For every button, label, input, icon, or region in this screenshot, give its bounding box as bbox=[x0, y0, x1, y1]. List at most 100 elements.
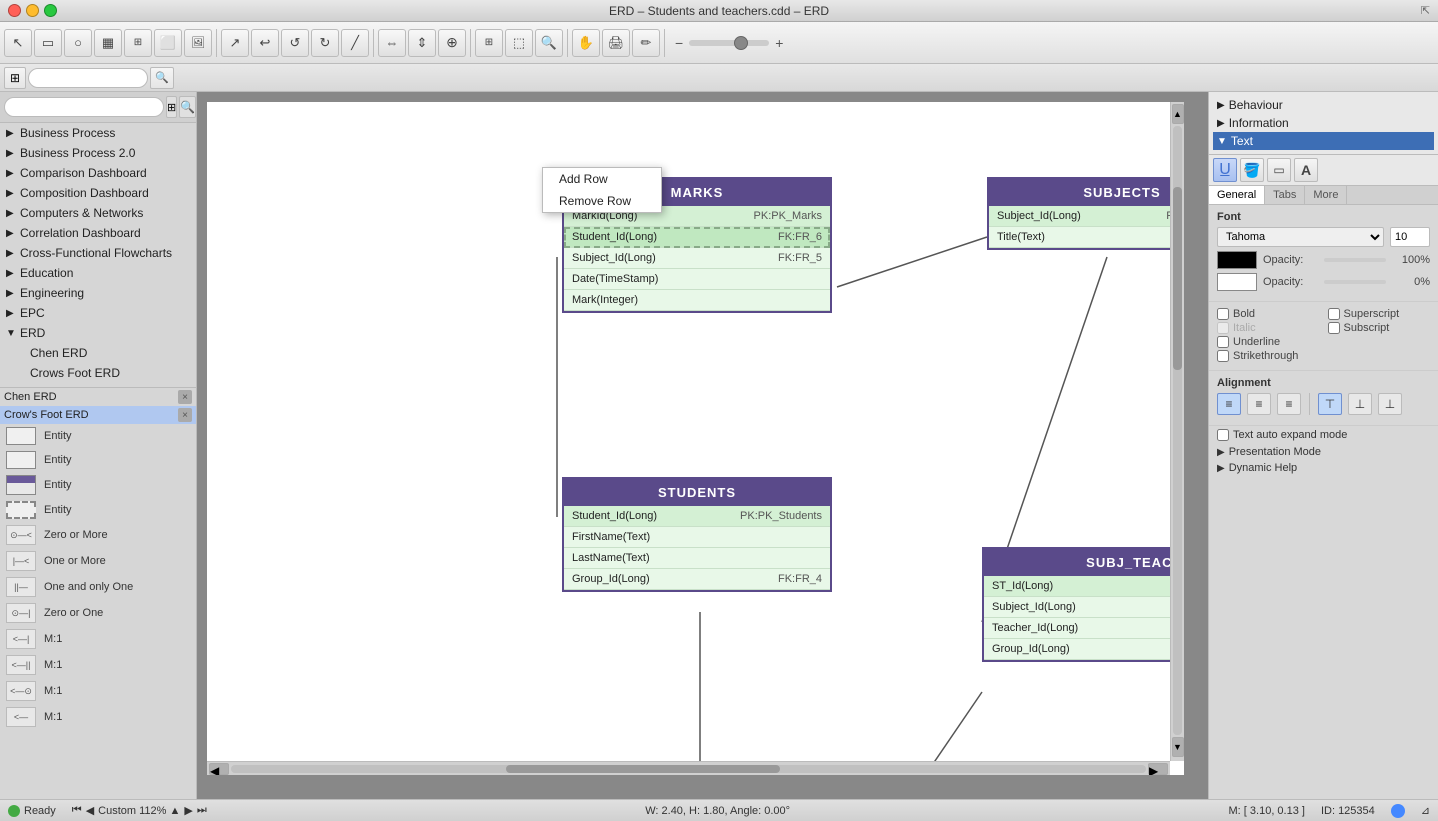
subj-teach-row-3[interactable]: Group_Id(Long) FK:FR_1 bbox=[984, 639, 1184, 660]
italic-checkbox[interactable] bbox=[1217, 322, 1229, 334]
sidebar-item-chen-erd[interactable]: Chen ERD bbox=[0, 343, 196, 363]
students-row-1[interactable]: FirstName(Text) bbox=[564, 527, 830, 548]
sidebar-item-computers-networks[interactable]: ▶ Computers & Networks bbox=[0, 203, 196, 223]
align-left-button[interactable]: ≡ bbox=[1217, 393, 1241, 415]
open-tab-chen-erd[interactable]: Chen ERD × bbox=[0, 388, 196, 406]
strikethrough-checkbox[interactable] bbox=[1217, 350, 1229, 362]
sidebar-item-correlation-dashboard[interactable]: ▶ Correlation Dashboard bbox=[0, 223, 196, 243]
format-underline-button[interactable]: U̲ bbox=[1213, 158, 1237, 182]
right-tree-text[interactable]: ▼ Text bbox=[1213, 132, 1434, 150]
text-auto-expand-row[interactable]: Text auto expand mode bbox=[1209, 426, 1438, 444]
context-remove-row[interactable]: Remove Row bbox=[543, 190, 661, 212]
underline-checkbox[interactable] bbox=[1217, 336, 1229, 348]
sidebar-item-business-process[interactable]: ▶ Business Process bbox=[0, 123, 196, 143]
nav-prev-btn[interactable]: ◀ bbox=[86, 804, 94, 817]
shape-m1-2[interactable]: <—|| M:1 bbox=[0, 652, 196, 678]
bold-checkbox[interactable] bbox=[1217, 308, 1229, 320]
context-add-row[interactable]: Add Row bbox=[543, 168, 661, 190]
right-tree-behaviour[interactable]: ▶ Behaviour bbox=[1213, 96, 1434, 114]
connector-tool-button[interactable]: ↗ bbox=[221, 29, 249, 57]
color1-swatch[interactable] bbox=[1217, 251, 1257, 269]
marks-row-4[interactable]: Mark(Integer) bbox=[564, 290, 830, 311]
subjects-row-0[interactable]: Subject_Id(Long) PK:PK_Subjects bbox=[989, 206, 1184, 227]
draw-button[interactable]: ✏ bbox=[632, 29, 660, 57]
align-bottom-button[interactable]: ⊥ bbox=[1378, 393, 1402, 415]
secondary-search-input[interactable] bbox=[28, 68, 148, 88]
line-tool-button[interactable]: ╱ bbox=[341, 29, 369, 57]
shape-zero-or-one[interactable]: ⊙—| Zero or One bbox=[0, 600, 196, 626]
zoom-up-icon[interactable]: ▲ bbox=[170, 805, 181, 817]
subj-teach-row-1[interactable]: Subject_Id(Long) FK:FR_3 bbox=[984, 597, 1184, 618]
vscroll-down[interactable]: ▼ bbox=[1172, 737, 1184, 757]
tab-more[interactable]: More bbox=[1305, 186, 1347, 204]
shape-m1-1[interactable]: <—| M:1 bbox=[0, 626, 196, 652]
zoom-slider[interactable] bbox=[689, 40, 769, 46]
text-auto-expand-checkbox[interactable] bbox=[1217, 429, 1229, 441]
sidebar-search-icon[interactable]: 🔍 bbox=[179, 96, 196, 118]
vscroll-up[interactable]: ▲ bbox=[1172, 104, 1184, 124]
bend-tool-button[interactable]: ↩ bbox=[251, 29, 279, 57]
container-tool-button[interactable]: ⬜ bbox=[154, 29, 182, 57]
align-middle-button[interactable]: ⊥ bbox=[1348, 393, 1372, 415]
undo-button[interactable]: ↺ bbox=[281, 29, 309, 57]
minimize-button[interactable] bbox=[26, 4, 39, 17]
hscroll-left[interactable]: ◀ bbox=[209, 763, 229, 775]
shape-one-or-more[interactable]: |—< One or More bbox=[0, 548, 196, 574]
open-tab-close-crows[interactable]: × bbox=[178, 408, 192, 422]
print-button[interactable]: 🖨 bbox=[602, 29, 630, 57]
subscript-checkbox[interactable] bbox=[1328, 322, 1340, 334]
erd-table-subj-teach[interactable]: SUBJ_TEACH ST_Id(Long) PK:PK_Subj_Teach … bbox=[982, 547, 1184, 662]
sidebar-search-input[interactable] bbox=[4, 97, 164, 117]
vscroll-thumb[interactable] bbox=[1173, 187, 1182, 370]
canvas-hscroll[interactable]: ◀ ▶ bbox=[207, 761, 1170, 775]
align-center-button[interactable]: ≡ bbox=[1247, 393, 1271, 415]
shape-entity-dotted[interactable]: Entity bbox=[0, 498, 196, 522]
expand-v-button[interactable]: ⇕ bbox=[408, 29, 436, 57]
zoom-page-button[interactable]: ⬚ bbox=[505, 29, 533, 57]
maximize-button[interactable] bbox=[44, 4, 57, 17]
shape-m1-3[interactable]: <—⊙ M:1 bbox=[0, 678, 196, 704]
status-nav[interactable]: ⏮ ◀ Custom 112% ▲ ▶ ⏭ bbox=[72, 804, 207, 817]
pan-button[interactable]: ✋ bbox=[572, 29, 600, 57]
canvas-inner[interactable]: Add Row Remove Row MARKS MarkId(Long) PK… bbox=[207, 102, 1184, 775]
nav-first-btn[interactable]: ⏮ bbox=[72, 804, 82, 817]
color2-swatch[interactable] bbox=[1217, 273, 1257, 291]
erd-table-subjects[interactable]: SUBJECTS Subject_Id(Long) PK:PK_Subjects… bbox=[987, 177, 1184, 250]
zoom-thumb[interactable] bbox=[734, 36, 748, 50]
font-size-input[interactable] bbox=[1390, 227, 1430, 247]
students-row-0[interactable]: Student_Id(Long) PK:PK_Students bbox=[564, 506, 830, 527]
font-name-select[interactable]: Tahoma bbox=[1217, 227, 1384, 247]
expand-h-button[interactable]: ⇔ bbox=[378, 29, 406, 57]
sidebar-grid-button[interactable]: ⊞ bbox=[166, 96, 177, 118]
hscroll-right[interactable]: ▶ bbox=[1148, 763, 1168, 775]
format-fill-button[interactable]: 🪣 bbox=[1240, 158, 1264, 182]
sidebar-item-cross-functional[interactable]: ▶ Cross-Functional Flowcharts bbox=[0, 243, 196, 263]
marks-row-2[interactable]: Subject_Id(Long) FK:FR_5 bbox=[564, 248, 830, 269]
subjects-row-1[interactable]: Title(Text) bbox=[989, 227, 1184, 248]
zoom-minus-button[interactable]: − bbox=[673, 35, 685, 51]
sidebar-item-business-process-2[interactable]: ▶ Business Process 2.0 bbox=[0, 143, 196, 163]
sidebar-item-engineering[interactable]: ▶ Engineering bbox=[0, 283, 196, 303]
sidebar-item-epc[interactable]: ▶ EPC bbox=[0, 303, 196, 323]
subj-teach-row-0[interactable]: ST_Id(Long) PK:PK_Subj_Teach bbox=[984, 576, 1184, 597]
presentation-mode-row[interactable]: ▶ Presentation Mode bbox=[1209, 444, 1438, 460]
zoom-in-button[interactable]: 🔍 bbox=[535, 29, 563, 57]
sidebar-item-crows-foot-erd[interactable]: Crows Foot ERD bbox=[0, 363, 196, 383]
marks-row-1[interactable]: Student_Id(Long) FK:FR_6 bbox=[564, 227, 830, 248]
students-row-2[interactable]: LastName(Text) bbox=[564, 548, 830, 569]
shape-entity-header[interactable]: Entity bbox=[0, 472, 196, 498]
secondary-grid-button[interactable]: ⊞ bbox=[4, 67, 26, 89]
hscroll-thumb[interactable] bbox=[506, 765, 781, 773]
erd-table-students[interactable]: STUDENTS Student_Id(Long) PK:PK_Students… bbox=[562, 477, 832, 592]
opacity1-slider[interactable] bbox=[1324, 258, 1386, 262]
shape-one-and-only-one[interactable]: ||— One and only One bbox=[0, 574, 196, 600]
nav-next-btn[interactable]: ▶ bbox=[184, 804, 192, 817]
students-row-3[interactable]: Group_Id(Long) FK:FR_4 bbox=[564, 569, 830, 590]
dynamic-help-row[interactable]: ▶ Dynamic Help bbox=[1209, 460, 1438, 476]
table-tool-button[interactable]: ▦ bbox=[94, 29, 122, 57]
circle-tool-button[interactable]: ○ bbox=[64, 29, 92, 57]
tab-general[interactable]: General bbox=[1209, 186, 1265, 204]
sidebar-item-comparison-dashboard[interactable]: ▶ Comparison Dashboard bbox=[0, 163, 196, 183]
split-tool-button[interactable]: ⊞ bbox=[124, 29, 152, 57]
canvas-area[interactable]: Add Row Remove Row MARKS MarkId(Long) PK… bbox=[197, 92, 1208, 799]
